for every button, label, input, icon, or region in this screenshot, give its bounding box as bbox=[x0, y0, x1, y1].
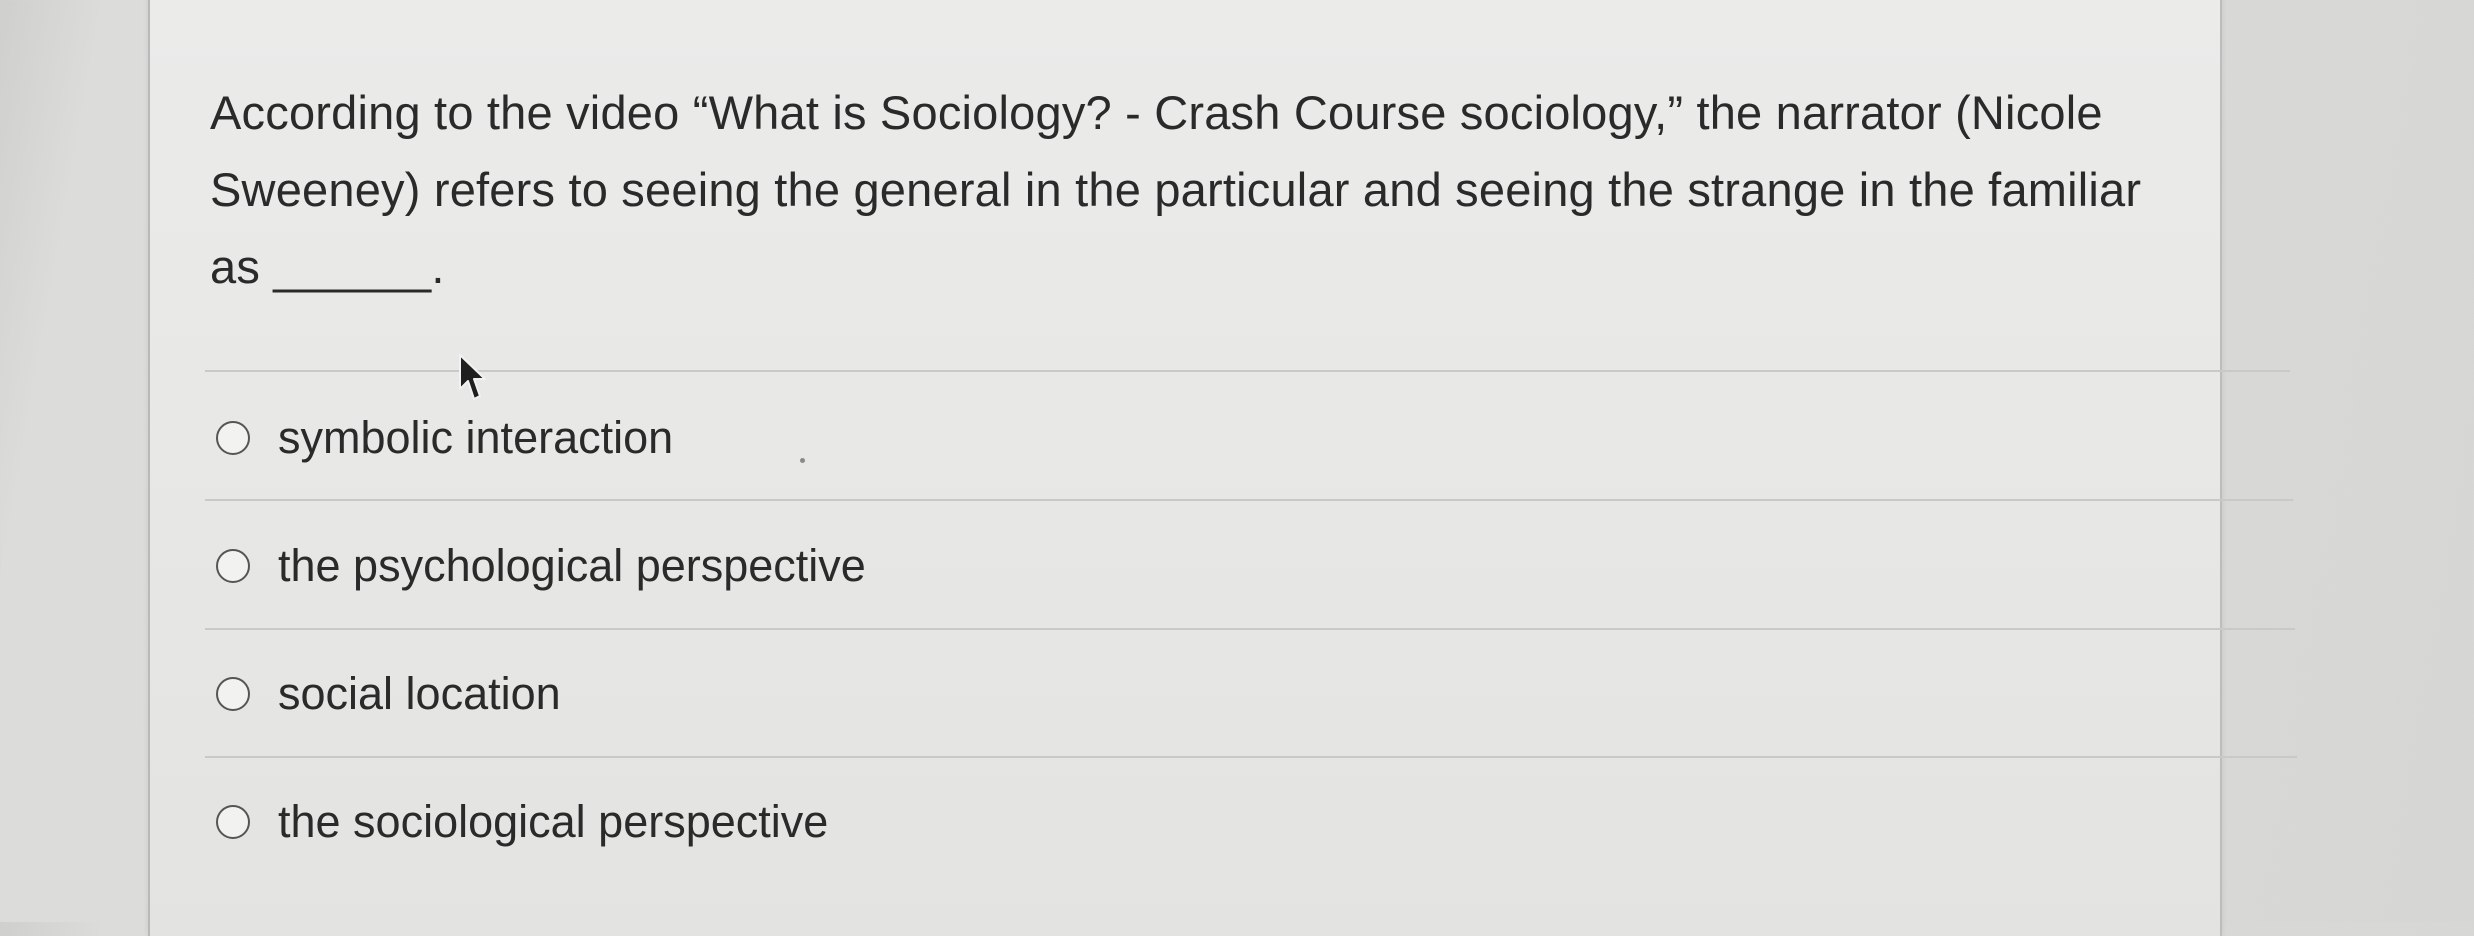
mouse-pointer-icon bbox=[459, 354, 486, 400]
question-card: According to the video “What is Sociolog… bbox=[148, 0, 2297, 936]
radio-button[interactable] bbox=[216, 549, 250, 583]
option-sociological-perspective[interactable]: the sociological perspective bbox=[216, 792, 828, 852]
option-label: the psychological perspective bbox=[278, 540, 866, 591]
option-divider bbox=[205, 370, 2290, 372]
screen-speck bbox=[800, 458, 805, 463]
option-psychological-perspective[interactable]: the psychological perspective bbox=[216, 536, 866, 596]
radio-button[interactable] bbox=[216, 677, 250, 711]
option-divider bbox=[205, 756, 2297, 758]
option-divider bbox=[205, 628, 2295, 630]
option-label: social location bbox=[278, 668, 561, 719]
option-label: symbolic interaction bbox=[278, 412, 674, 463]
option-label: the sociological perspective bbox=[278, 796, 829, 847]
option-divider bbox=[205, 499, 2293, 501]
radio-button[interactable] bbox=[216, 421, 250, 455]
option-symbolic-interaction[interactable]: symbolic interaction bbox=[216, 408, 673, 468]
question-text: According to the video “What is Sociolog… bbox=[210, 86, 2142, 293]
radio-button[interactable] bbox=[216, 805, 250, 839]
option-social-location[interactable]: social location bbox=[216, 664, 561, 724]
